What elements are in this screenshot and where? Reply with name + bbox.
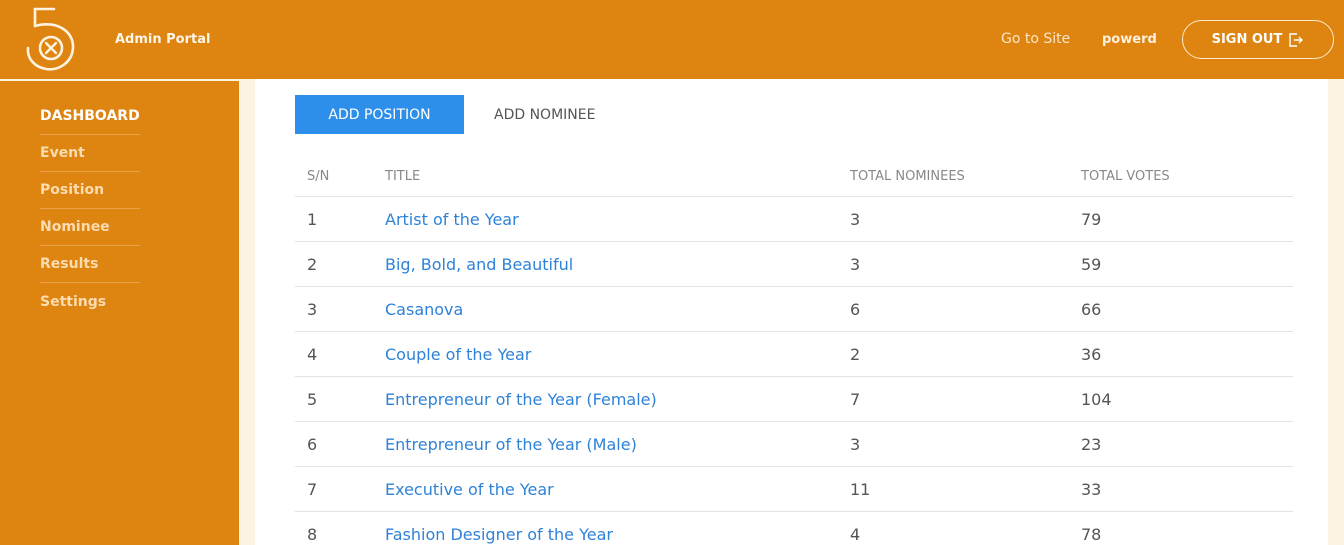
table-row: 2 Big, Bold, and Beautiful 3 59 xyxy=(295,242,1293,287)
column-header-total-nominees: TOTAL NOMINEES xyxy=(850,169,965,184)
table-row: 3 Casanova 6 66 xyxy=(295,287,1293,332)
row-sn: 2 xyxy=(307,255,318,274)
row-total-votes: 59 xyxy=(1081,255,1102,274)
position-title-link[interactable]: Big, Bold, and Beautiful xyxy=(385,255,573,274)
sign-out-label: SIGN OUT xyxy=(1211,32,1283,47)
add-position-button[interactable]: ADD POSITION xyxy=(295,95,464,134)
row-sn: 1 xyxy=(307,210,318,229)
sign-out-button[interactable]: SIGN OUT xyxy=(1182,20,1334,59)
row-total-votes: 33 xyxy=(1081,480,1102,499)
sidebar-item-dashboard[interactable]: DASHBOARD xyxy=(40,98,140,135)
top-header: Admin Portal Go to Site powerd SIGN OUT xyxy=(0,0,1344,79)
sidebar-item-position[interactable]: Position xyxy=(40,172,140,209)
go-to-site-link[interactable]: Go to Site xyxy=(1001,31,1070,47)
row-total-votes: 23 xyxy=(1081,435,1102,454)
table-row: 5 Entrepreneur of the Year (Female) 7 10… xyxy=(295,377,1293,422)
position-title-link[interactable]: Artist of the Year xyxy=(385,210,519,229)
position-title-link[interactable]: Executive of the Year xyxy=(385,480,554,499)
username-label: powerd xyxy=(1102,32,1157,47)
row-sn: 5 xyxy=(307,390,318,409)
sidebar-item-event[interactable]: Event xyxy=(40,135,140,172)
brand-logo[interactable] xyxy=(24,6,78,72)
row-total-votes: 36 xyxy=(1081,345,1102,364)
row-sn: 4 xyxy=(307,345,318,364)
row-total-nominees: 3 xyxy=(850,255,861,274)
table-row: 1 Artist of the Year 3 79 xyxy=(295,197,1293,242)
position-title-link[interactable]: Casanova xyxy=(385,300,463,319)
positions-table: S/N TITLE TOTAL NOMINEES TOTAL VOTES 1 A… xyxy=(295,157,1293,545)
row-total-votes: 79 xyxy=(1081,210,1102,229)
page-margin xyxy=(1328,79,1344,545)
row-total-nominees: 2 xyxy=(850,345,861,364)
row-total-nominees: 3 xyxy=(850,210,861,229)
sidebar-nav: DASHBOARD Event Position Nominee Results… xyxy=(40,98,140,320)
position-title-link[interactable]: Entrepreneur of the Year (Male) xyxy=(385,435,637,454)
sidebar-item-settings[interactable]: Settings xyxy=(40,283,140,320)
position-title-link[interactable]: Fashion Designer of the Year xyxy=(385,525,613,544)
row-sn: 7 xyxy=(307,480,318,499)
row-total-nominees: 3 xyxy=(850,435,861,454)
logout-icon xyxy=(1289,32,1304,47)
table-row: 6 Entrepreneur of the Year (Male) 3 23 xyxy=(295,422,1293,467)
row-sn: 6 xyxy=(307,435,318,454)
row-total-nominees: 11 xyxy=(850,480,871,499)
row-total-votes: 66 xyxy=(1081,300,1102,319)
table-row: 8 Fashion Designer of the Year 4 78 xyxy=(295,512,1293,545)
sidebar-item-results[interactable]: Results xyxy=(40,246,140,283)
sidebar: DASHBOARD Event Position Nominee Results… xyxy=(0,81,239,545)
position-title-link[interactable]: Couple of the Year xyxy=(385,345,531,364)
sidebar-item-nominee[interactable]: Nominee xyxy=(40,209,140,246)
table-row: 4 Couple of the Year 2 36 xyxy=(295,332,1293,377)
column-header-sn: S/N xyxy=(307,169,330,184)
row-sn: 8 xyxy=(307,525,318,544)
position-title-link[interactable]: Entrepreneur of the Year (Female) xyxy=(385,390,657,409)
column-header-total-votes: TOTAL VOTES xyxy=(1081,169,1170,184)
row-sn: 3 xyxy=(307,300,318,319)
row-total-nominees: 6 xyxy=(850,300,861,319)
add-nominee-button[interactable]: ADD NOMINEE xyxy=(494,95,595,134)
row-total-votes: 104 xyxy=(1081,390,1112,409)
row-total-nominees: 4 xyxy=(850,525,861,544)
table-header: S/N TITLE TOTAL NOMINEES TOTAL VOTES xyxy=(295,157,1293,197)
row-total-nominees: 7 xyxy=(850,390,861,409)
row-total-votes: 78 xyxy=(1081,525,1102,544)
column-header-title: TITLE xyxy=(385,169,421,184)
table-row: 7 Executive of the Year 11 33 xyxy=(295,467,1293,512)
portal-title: Admin Portal xyxy=(115,32,211,47)
